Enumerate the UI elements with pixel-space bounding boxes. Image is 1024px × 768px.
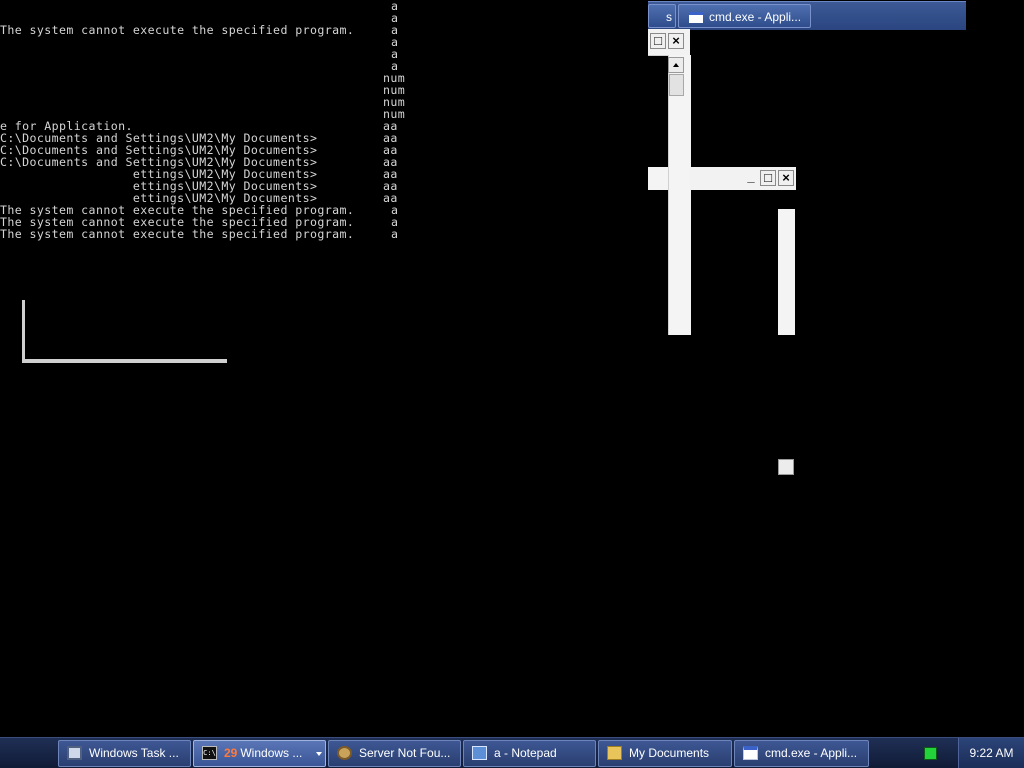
taskbar-button-label: My Documents xyxy=(629,746,710,760)
close-button[interactable]: × xyxy=(668,33,684,49)
maximize-icon: □ xyxy=(764,170,772,185)
ghost-window-scrollbar-track[interactable] xyxy=(668,55,691,335)
desktop-screen: The system cannot execute the specified … xyxy=(0,0,1024,768)
partial-task-label: s xyxy=(666,10,672,24)
partial-task-button[interactable]: s xyxy=(648,4,676,28)
maximize-button-2[interactable]: □ xyxy=(760,170,776,186)
ghost-window-corner-artifact xyxy=(22,300,227,363)
console-line: The system cannot execute the specified … xyxy=(0,227,355,241)
task-manager-icon xyxy=(67,746,82,760)
close-icon: × xyxy=(672,33,680,48)
group-count-badge: 29 xyxy=(224,746,238,760)
network-status-icon[interactable] xyxy=(924,747,937,760)
taskbar-button-label: Windows ... xyxy=(240,746,303,760)
folder-icon xyxy=(607,746,622,760)
taskbar-button-task-manager[interactable]: Windows Task ... xyxy=(58,740,191,767)
taskbar: Windows Task ... C:\ 29 Windows ... Serve… xyxy=(0,737,1024,768)
chevron-down-icon xyxy=(316,752,322,756)
system-clock[interactable]: 9:22 AM xyxy=(958,738,1024,768)
window-icon xyxy=(689,12,703,24)
console-line: The system cannot execute the specified … xyxy=(0,23,355,37)
cmd-app-task-label: cmd.exe - Appli... xyxy=(709,10,802,24)
ghost-window-2-scrollbar[interactable] xyxy=(778,209,795,335)
command-prompt-icon: C:\ xyxy=(202,746,217,760)
taskbar-button-label: Windows Task ... xyxy=(89,746,179,760)
console-right-token: a xyxy=(391,227,399,241)
taskbar-button-group-windows[interactable]: C:\ 29 Windows ... xyxy=(193,740,326,767)
internet-explorer-icon xyxy=(337,746,352,760)
floating-taskbar-fragment: s cmd.exe - Appli... xyxy=(648,1,966,30)
taskbar-button-label: Server Not Fou... xyxy=(359,746,451,760)
notepad-icon xyxy=(472,746,487,760)
maximize-button[interactable]: □ xyxy=(650,33,666,49)
taskbar-button-cmd-app[interactable]: cmd.exe - Appli... xyxy=(734,740,869,767)
taskbar-button-label: cmd.exe - Appli... xyxy=(765,746,858,760)
close-icon: × xyxy=(782,170,790,185)
ghost-window-2-size-grip[interactable] xyxy=(778,459,794,475)
minimize-icon: _ xyxy=(747,169,755,184)
taskbar-button-server-not-found[interactable]: Server Not Fou... xyxy=(328,740,461,767)
scroll-up-button[interactable] xyxy=(668,57,684,73)
window-icon xyxy=(743,746,758,760)
maximize-icon: □ xyxy=(654,33,662,48)
taskbar-button-label: a - Notepad xyxy=(494,746,557,760)
cmd-app-task-button[interactable]: cmd.exe - Appli... xyxy=(678,4,811,28)
ghost-window-2-left-strip xyxy=(648,167,668,190)
taskbar-button-my-documents[interactable]: My Documents xyxy=(598,740,732,767)
taskbar-button-notepad[interactable]: a - Notepad xyxy=(463,740,596,767)
close-button-2[interactable]: × xyxy=(778,170,794,186)
minimize-button[interactable]: _ xyxy=(743,170,759,186)
scrollbar-thumb[interactable] xyxy=(669,74,684,96)
